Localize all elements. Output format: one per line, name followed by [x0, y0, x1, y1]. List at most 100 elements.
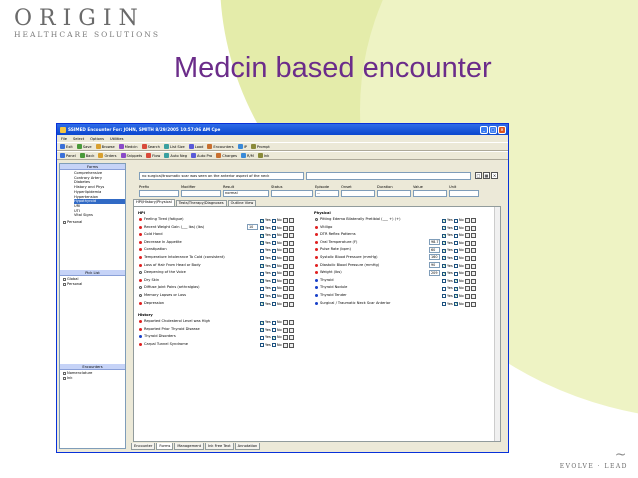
detail-icon[interactable]	[464, 286, 470, 292]
no-checkbox[interactable]	[271, 264, 276, 269]
detail-icon[interactable]	[282, 218, 288, 223]
no-checkbox[interactable]	[453, 248, 458, 253]
detail-icon[interactable]	[282, 271, 288, 277]
no-checkbox[interactable]	[453, 233, 458, 238]
no-checkbox[interactable]	[271, 218, 276, 223]
toolbar-browse-button[interactable]: Browse	[95, 144, 115, 149]
detail-icon[interactable]	[464, 301, 470, 307]
note-icon[interactable]	[470, 233, 476, 239]
finding-text-input[interactable]: no surgical/traumatic scar was seen on t…	[139, 172, 304, 180]
menu-select[interactable]: Select	[73, 137, 84, 141]
no-checkbox[interactable]	[453, 241, 458, 246]
yes-checkbox[interactable]: ✓	[260, 241, 264, 246]
content-scrollbar[interactable]	[494, 207, 500, 441]
prefix-field[interactable]	[139, 190, 179, 197]
no-checkbox[interactable]	[453, 226, 458, 231]
detail-icon[interactable]	[282, 248, 288, 254]
detail-icon[interactable]	[282, 342, 288, 348]
finding-value-input[interactable]: 60	[429, 246, 440, 253]
finding-blue-dot-icon[interactable]	[315, 278, 318, 282]
toolbar-load-button[interactable]: Load	[188, 144, 203, 149]
unit-field[interactable]	[449, 190, 479, 197]
detail-icon[interactable]	[464, 293, 470, 299]
detail-icon[interactable]	[282, 225, 288, 231]
yes-checkbox[interactable]: ✓	[260, 279, 264, 284]
bottom-tab-annotation[interactable]: Annotation	[234, 443, 261, 450]
finding-red-dot-icon[interactable]	[139, 327, 142, 331]
delete-icon[interactable]: ×	[491, 172, 498, 179]
yes-checkbox[interactable]: ✓	[260, 264, 264, 269]
detail-icon[interactable]	[464, 248, 470, 254]
detail-icon[interactable]	[464, 218, 470, 223]
note-icon[interactable]	[288, 248, 294, 254]
detail-icon[interactable]	[464, 255, 470, 261]
yes-checkbox[interactable]: ✓	[442, 271, 446, 276]
finding-red-dot-icon[interactable]	[139, 263, 142, 267]
yes-checkbox[interactable]: ✓	[442, 264, 446, 269]
expand-icon[interactable]	[63, 220, 66, 224]
toolbar-panel-button[interactable]: Panel	[60, 153, 76, 158]
toolbar-search-button[interactable]: Search	[141, 144, 160, 149]
finding-value-input[interactable]: 90	[429, 262, 440, 269]
detail-icon[interactable]	[282, 233, 288, 239]
detail-icon[interactable]	[282, 320, 288, 326]
no-checkbox[interactable]	[271, 271, 276, 276]
toolbar-prompt-button[interactable]: Prompt	[250, 144, 270, 149]
detail-icon[interactable]	[464, 271, 470, 277]
finding-blue-dot-icon[interactable]	[315, 286, 318, 290]
note-icon[interactable]	[470, 240, 476, 246]
no-checkbox[interactable]	[271, 248, 276, 253]
finding-hollow-dot-icon[interactable]	[139, 286, 142, 290]
finding-red-dot-icon[interactable]	[139, 278, 142, 282]
episode-field[interactable]: ...	[315, 190, 339, 197]
toolbar-ink-button[interactable]: Ink	[257, 153, 269, 158]
toolbar-ip-button[interactable]: IP	[237, 144, 247, 149]
finding-secondary-input[interactable]	[306, 172, 471, 180]
note-icon[interactable]	[288, 255, 294, 261]
value-field[interactable]	[413, 190, 447, 197]
no-checkbox[interactable]	[271, 286, 276, 291]
yes-checkbox[interactable]	[260, 271, 264, 276]
detail-icon[interactable]	[282, 263, 288, 269]
yes-checkbox[interactable]: ✓	[260, 320, 264, 325]
finding-value-input[interactable]: 160	[429, 254, 440, 261]
note-icon[interactable]	[470, 301, 476, 307]
toolbar-medcin-button[interactable]: Medcin	[118, 144, 138, 149]
no-checkbox[interactable]: ✓	[453, 279, 458, 284]
note-icon[interactable]	[470, 218, 476, 223]
finding-blue-dot-icon[interactable]	[315, 293, 318, 297]
no-checkbox[interactable]	[271, 328, 276, 333]
yes-checkbox[interactable]: ✓	[442, 256, 446, 261]
no-checkbox[interactable]	[271, 302, 276, 307]
no-checkbox[interactable]	[453, 256, 458, 261]
toolbar-list-size-button[interactable]: List Size	[163, 144, 185, 149]
yes-checkbox[interactable]: ✓	[442, 233, 446, 238]
yes-checkbox[interactable]	[260, 286, 264, 291]
yes-checkbox[interactable]	[260, 248, 264, 253]
detail-icon[interactable]	[464, 263, 470, 269]
detail-icon[interactable]	[282, 327, 288, 333]
no-checkbox[interactable]	[271, 256, 276, 261]
toolbar-snippets-button[interactable]: Snippets	[120, 153, 142, 158]
note-icon[interactable]	[288, 278, 294, 284]
no-checkbox[interactable]	[271, 233, 276, 238]
finding-hollow-dot-icon[interactable]	[139, 293, 142, 297]
yes-checkbox[interactable]	[442, 286, 446, 291]
yes-checkbox[interactable]	[442, 279, 446, 284]
note-icon[interactable]	[470, 263, 476, 269]
finding-value-input[interactable]: 10	[247, 224, 258, 231]
detail-icon[interactable]	[282, 240, 288, 246]
toolbar-encounters-button[interactable]: Encounters	[207, 144, 234, 149]
finding-red-dot-icon[interactable]	[315, 271, 318, 275]
no-checkbox[interactable]	[453, 264, 458, 269]
toolbar-orders-button[interactable]: Orders	[98, 153, 117, 158]
toolbar-flow-button[interactable]: Flow	[146, 153, 160, 158]
onset-field[interactable]	[341, 190, 375, 197]
yes-checkbox[interactable]	[260, 256, 264, 261]
no-checkbox[interactable]: ✓	[453, 302, 458, 307]
note-icon[interactable]	[470, 293, 476, 299]
yes-checkbox[interactable]: ✓	[260, 328, 264, 333]
yes-checkbox[interactable]: ✓	[442, 241, 446, 246]
note-icon[interactable]	[288, 233, 294, 239]
finding-value-input[interactable]: 98.7	[429, 239, 440, 246]
